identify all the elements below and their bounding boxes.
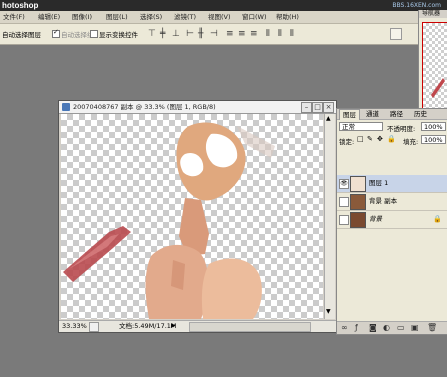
eye-icon[interactable]: 👁 bbox=[339, 179, 349, 189]
status-bar: 33.33% 文档:5.49M/17.1M ▶ bbox=[59, 320, 336, 332]
menu-edit[interactable]: 编辑(E) bbox=[38, 11, 60, 23]
app-title-bar: hotoshop BBS.16XEN.com bbox=[0, 0, 447, 11]
status-arrow-icon[interactable]: ▶ bbox=[171, 322, 176, 329]
layer-row[interactable]: 👁 图层 1 bbox=[337, 175, 447, 193]
distribute-left-icon[interactable]: ⫴ bbox=[266, 29, 270, 39]
distribute-top-icon[interactable]: ≡ bbox=[226, 29, 234, 39]
auto-select-group-label: 自动选择组 bbox=[61, 31, 94, 39]
distribute-bottom-icon[interactable]: ≡ bbox=[250, 29, 258, 39]
fill-label: 填充: bbox=[403, 138, 419, 146]
lock-move-icon[interactable]: ✥ bbox=[377, 135, 383, 143]
layer-mask-icon[interactable]: ◙ bbox=[369, 322, 377, 334]
lock-transparency-icon[interactable]: □ bbox=[357, 135, 364, 143]
app-title: hotoshop bbox=[2, 1, 39, 10]
show-transform-checkbox[interactable] bbox=[90, 30, 98, 38]
document-title-bar[interactable]: 20070408767 副本 @ 33.3% (图层 1, RGB/8) – □… bbox=[59, 101, 336, 114]
navigator-tab[interactable]: 导航器 bbox=[419, 10, 447, 18]
lock-all-icon[interactable]: 🔒 bbox=[387, 135, 396, 143]
canvas[interactable] bbox=[61, 114, 323, 319]
menu-view[interactable]: 视图(V) bbox=[208, 11, 231, 23]
tab-paths[interactable]: 路径 bbox=[387, 109, 406, 119]
distribute-hcenter-icon[interactable]: ⫴ bbox=[278, 29, 282, 39]
new-layer-icon[interactable]: ▣ bbox=[411, 322, 419, 334]
align-top-icon[interactable]: ⊤ bbox=[148, 29, 156, 39]
layers-panel-footer: ∞ ƒ ◙ ◐ ▭ ▣ 🗑 bbox=[337, 321, 447, 334]
auto-select-group-checkbox[interactable] bbox=[52, 28, 60, 38]
align-right-icon[interactable]: ⊣ bbox=[210, 29, 218, 39]
cutout-figure-image bbox=[63, 122, 275, 319]
layers-panel-tabs: 图层 通道 路径 历史 bbox=[337, 109, 447, 120]
new-group-icon[interactable]: ▭ bbox=[397, 322, 405, 334]
link-layers-icon[interactable]: ∞ bbox=[341, 322, 348, 334]
options-bar: 自动选择图层 自动选择组 显示变换控件 ⊤ ╪ ⊥ ⊢ ╫ ⊣ ≡ ≡ ≡ ⫴ … bbox=[0, 24, 447, 45]
palette-well-icon[interactable] bbox=[390, 28, 402, 40]
layer-name: 背景 bbox=[369, 215, 382, 223]
align-bottom-icon[interactable]: ⊥ bbox=[172, 29, 180, 39]
opacity-input[interactable]: 100% bbox=[421, 122, 446, 131]
align-vcenter-icon[interactable]: ╪ bbox=[160, 29, 165, 39]
navigator-preview-image bbox=[431, 78, 445, 98]
tab-channels[interactable]: 通道 bbox=[363, 109, 382, 119]
scroll-down-icon[interactable]: ▼ bbox=[326, 308, 331, 315]
auto-select-layer-label[interactable]: 自动选择图层 bbox=[2, 29, 41, 39]
zoom-level[interactable]: 33.33% bbox=[62, 321, 87, 332]
layer-row[interactable]: 背景 副本 bbox=[337, 193, 447, 211]
menu-help[interactable]: 帮助(H) bbox=[276, 11, 299, 23]
menu-select[interactable]: 选择(S) bbox=[140, 11, 162, 23]
scroll-up-icon[interactable]: ▲ bbox=[326, 115, 331, 122]
maximize-icon[interactable]: □ bbox=[312, 102, 323, 113]
tab-history[interactable]: 历史 bbox=[411, 109, 430, 119]
watermark-text: BBS.16XEN.com bbox=[392, 2, 441, 9]
layers-panel: 图层 通道 路径 历史 正常 不透明度: 100% 锁定: □ ✎ ✥ 🔒 填充… bbox=[336, 108, 447, 335]
visibility-toggle-icon[interactable] bbox=[339, 197, 349, 207]
layer-row[interactable]: 背景 🔒 bbox=[337, 211, 447, 229]
visibility-toggle-icon[interactable] bbox=[339, 215, 349, 225]
lock-label: 锁定: bbox=[339, 138, 355, 146]
vertical-scrollbar[interactable]: ▲ ▼ bbox=[324, 114, 335, 319]
distribute-right-icon[interactable]: ⫴ bbox=[290, 29, 294, 39]
lock-paint-icon[interactable]: ✎ bbox=[367, 135, 373, 143]
adjustment-layer-icon[interactable]: ◐ bbox=[383, 322, 390, 334]
document-size: 文档:5.49M/17.1M bbox=[119, 322, 177, 330]
horizontal-scrollbar[interactable] bbox=[189, 322, 311, 332]
layer-thumbnail bbox=[350, 212, 366, 228]
document-title: 20070408767 副本 @ 33.3% (图层 1, RGB/8) bbox=[73, 103, 216, 111]
document-icon bbox=[62, 103, 70, 111]
align-hcenter-icon[interactable]: ╫ bbox=[198, 29, 203, 39]
blend-mode-select[interactable]: 正常 bbox=[339, 122, 383, 131]
document-window: 20070408767 副本 @ 33.3% (图层 1, RGB/8) – □… bbox=[58, 100, 337, 333]
layer-name: 图层 1 bbox=[369, 179, 389, 187]
opacity-label: 不透明度: bbox=[387, 125, 416, 133]
trash-icon[interactable]: 🗑 bbox=[427, 322, 437, 334]
menu-bar: 文件(F) 编辑(E) 图像(I) 图层(L) 选择(S) 滤镜(T) 视图(V… bbox=[0, 11, 447, 24]
status-menu-icon[interactable] bbox=[89, 322, 99, 332]
show-transform-label: 显示变换控件 bbox=[99, 31, 138, 39]
minimize-icon[interactable]: – bbox=[301, 102, 312, 113]
menu-window[interactable]: 窗口(W) bbox=[242, 11, 267, 23]
distribute-vcenter-icon[interactable]: ≡ bbox=[238, 29, 246, 39]
lock-icon: 🔒 bbox=[433, 215, 442, 223]
navigator-thumbnail[interactable] bbox=[422, 22, 447, 120]
tab-layers[interactable]: 图层 bbox=[339, 109, 360, 120]
fill-input[interactable]: 100% bbox=[421, 135, 446, 144]
menu-file[interactable]: 文件(F) bbox=[3, 11, 25, 23]
layer-name: 背景 副本 bbox=[369, 197, 398, 205]
layer-thumbnail bbox=[350, 194, 366, 210]
layer-style-icon[interactable]: ƒ bbox=[355, 322, 358, 334]
align-left-icon[interactable]: ⊢ bbox=[186, 29, 194, 39]
close-icon[interactable]: × bbox=[323, 102, 334, 113]
menu-layer[interactable]: 图层(L) bbox=[106, 11, 128, 23]
menu-filter[interactable]: 滤镜(T) bbox=[174, 11, 196, 23]
layer-thumbnail bbox=[350, 176, 366, 192]
menu-image[interactable]: 图像(I) bbox=[72, 11, 92, 23]
